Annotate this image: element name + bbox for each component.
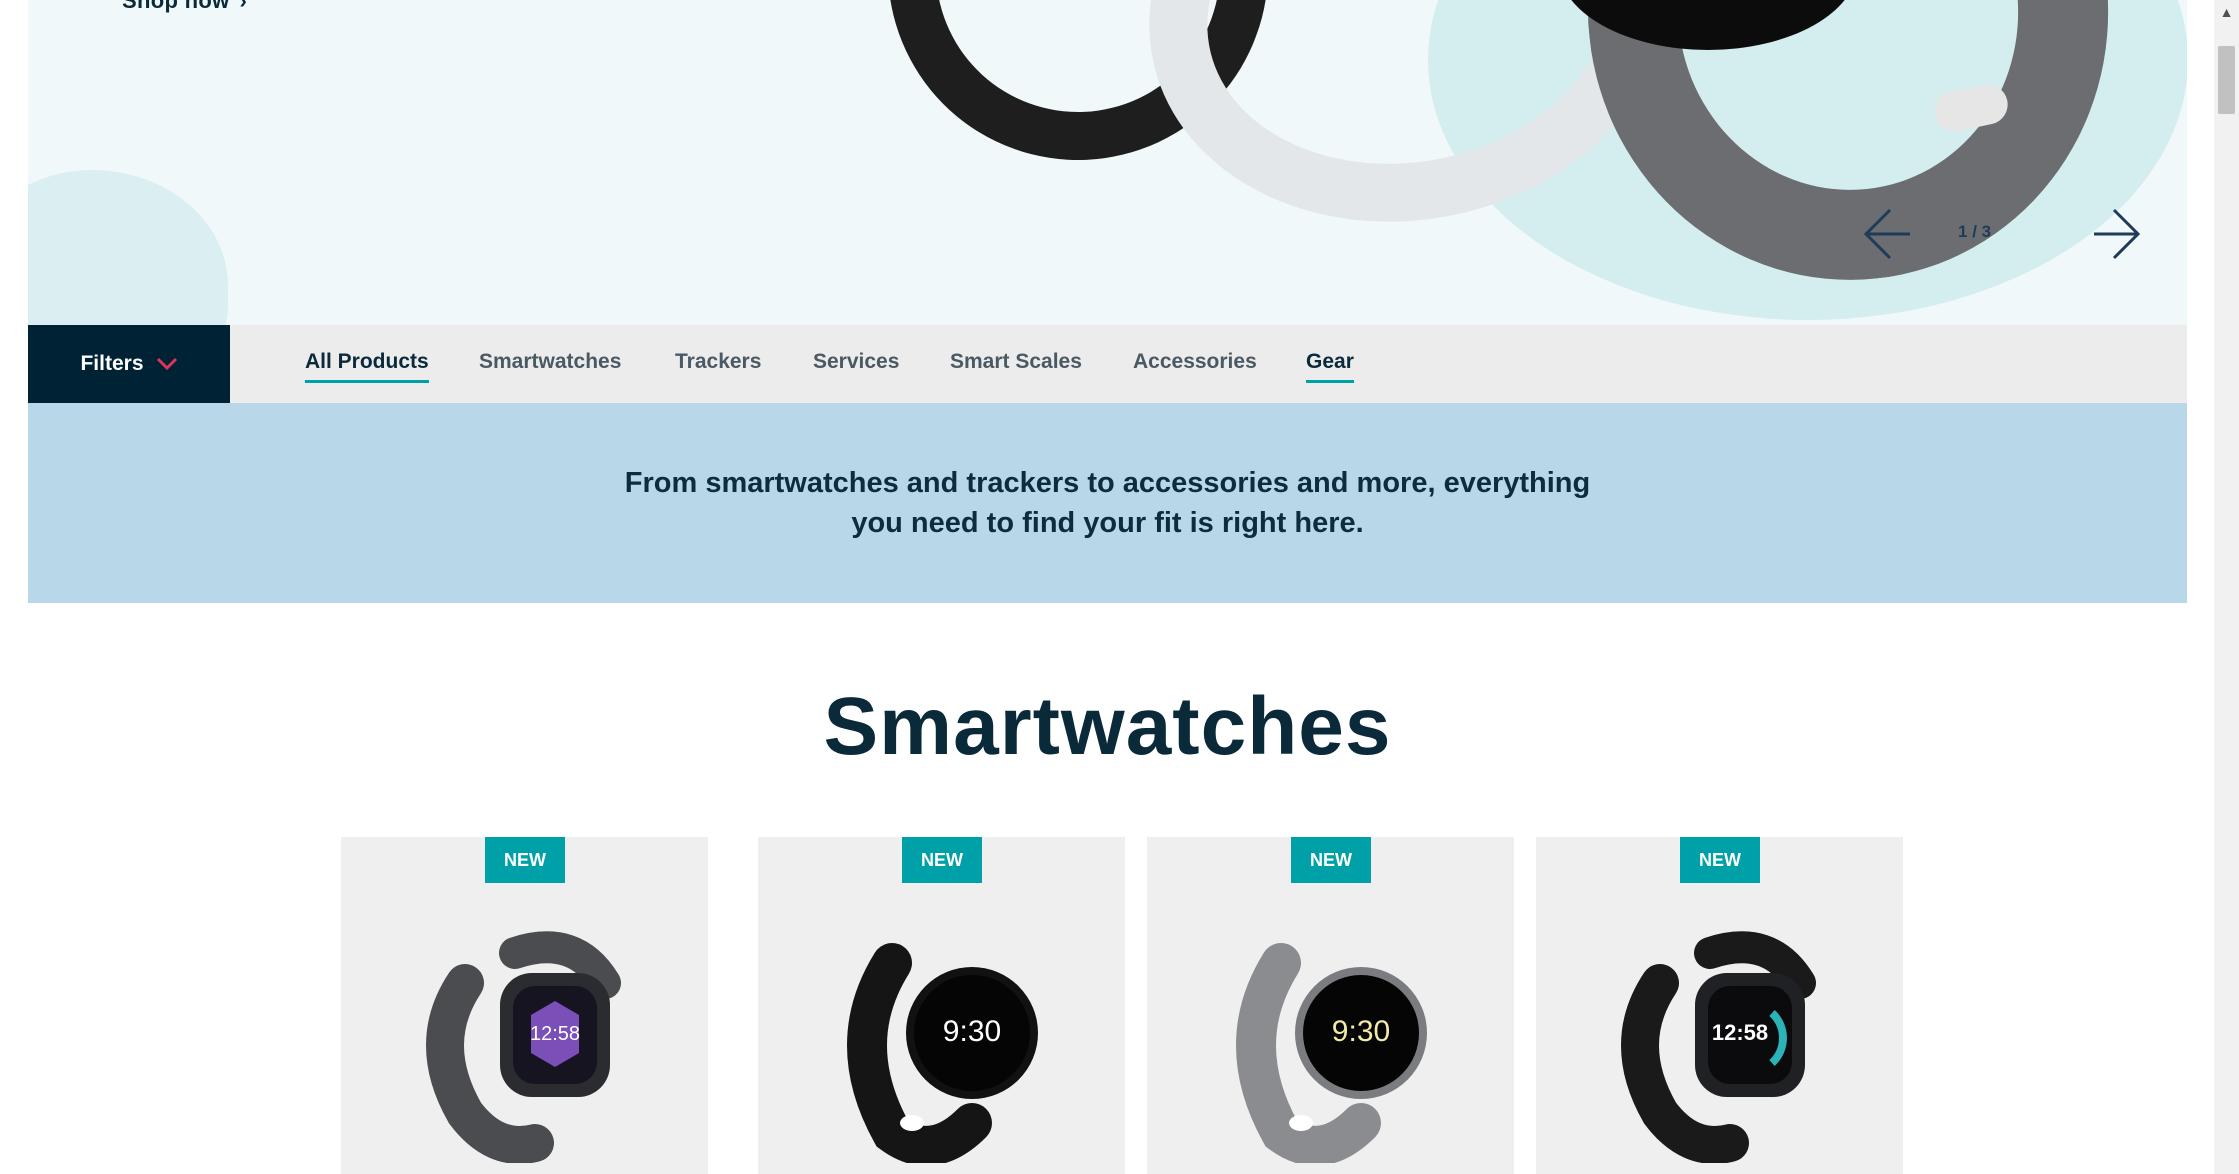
scrollbar-thumb[interactable] bbox=[2218, 46, 2235, 114]
scroll-up-icon[interactable]: ▲ bbox=[2214, 0, 2239, 24]
intro-text: From smartwatches and trackers to access… bbox=[624, 467, 1591, 539]
carousel-current: 1 bbox=[1958, 222, 1968, 241]
nav-all-products[interactable]: All Products bbox=[305, 350, 429, 383]
product-card[interactable]: NEW 9:30 bbox=[758, 837, 1125, 1174]
nav-accessories[interactable]: Accessories bbox=[1133, 350, 1257, 380]
watch-time: 9:30 bbox=[1332, 1015, 1390, 1048]
carousel-total: 3 bbox=[1981, 222, 1992, 241]
category-nav: Filters All Products Smartwatches Tracke… bbox=[28, 325, 2187, 403]
nav-gear[interactable]: Gear bbox=[1306, 350, 1354, 383]
arrow-left-icon bbox=[1863, 208, 1910, 260]
arrow-right-icon bbox=[2094, 208, 2141, 260]
shop-now-link[interactable]: Shop now › bbox=[122, 0, 247, 14]
carousel-prev-button[interactable] bbox=[1860, 206, 1912, 262]
smartwatch-image: 12:58 bbox=[1621, 931, 1816, 1163]
watch-time: 9:30 bbox=[943, 1015, 1001, 1048]
page: Shop now › 1 / 3 Filters All Products Sm… bbox=[28, 0, 2187, 1174]
shop-now-label: Shop now bbox=[122, 0, 230, 13]
filters-button[interactable]: Filters bbox=[28, 325, 230, 403]
intro-banner: From smartwatches and trackers to access… bbox=[28, 403, 2187, 603]
watch-time: 12:58 bbox=[1712, 1020, 1768, 1045]
product-card[interactable]: NEW 9:30 bbox=[1147, 837, 1514, 1174]
smartwatch-image: 12:58 bbox=[426, 931, 621, 1163]
nav-smartwatches[interactable]: Smartwatches bbox=[479, 350, 621, 380]
product-card[interactable]: NEW 12:58 bbox=[1536, 837, 1903, 1174]
carousel-next-button[interactable] bbox=[2092, 206, 2144, 262]
new-badge: NEW bbox=[1680, 837, 1760, 883]
new-badge: NEW bbox=[1291, 837, 1371, 883]
nav-smart-scales[interactable]: Smart Scales bbox=[950, 350, 1082, 380]
smartwatch-image: 9:30 bbox=[1236, 943, 1427, 1163]
chevron-right-icon: › bbox=[239, 0, 248, 13]
carousel-separator: / bbox=[1972, 222, 1977, 241]
new-badge: NEW bbox=[485, 837, 565, 883]
hero-banner: Shop now › 1 / 3 bbox=[28, 0, 2187, 325]
product-card[interactable]: NEW 12:58 bbox=[341, 837, 708, 1174]
watch-time: 12:58 bbox=[530, 1023, 580, 1045]
hero-decorative-blob bbox=[28, 170, 228, 325]
carousel-counter: 1 / 3 bbox=[1958, 222, 1991, 242]
nav-trackers[interactable]: Trackers bbox=[675, 350, 761, 380]
nav-services[interactable]: Services bbox=[813, 350, 899, 380]
new-badge: NEW bbox=[902, 837, 982, 883]
smartwatch-image: 9:30 bbox=[847, 943, 1038, 1163]
section-title: Smartwatches bbox=[823, 681, 1392, 772]
chevron-down-icon bbox=[156, 357, 177, 371]
filters-label: Filters bbox=[80, 352, 144, 375]
page-scrollbar[interactable]: ▲ bbox=[2214, 0, 2239, 1174]
